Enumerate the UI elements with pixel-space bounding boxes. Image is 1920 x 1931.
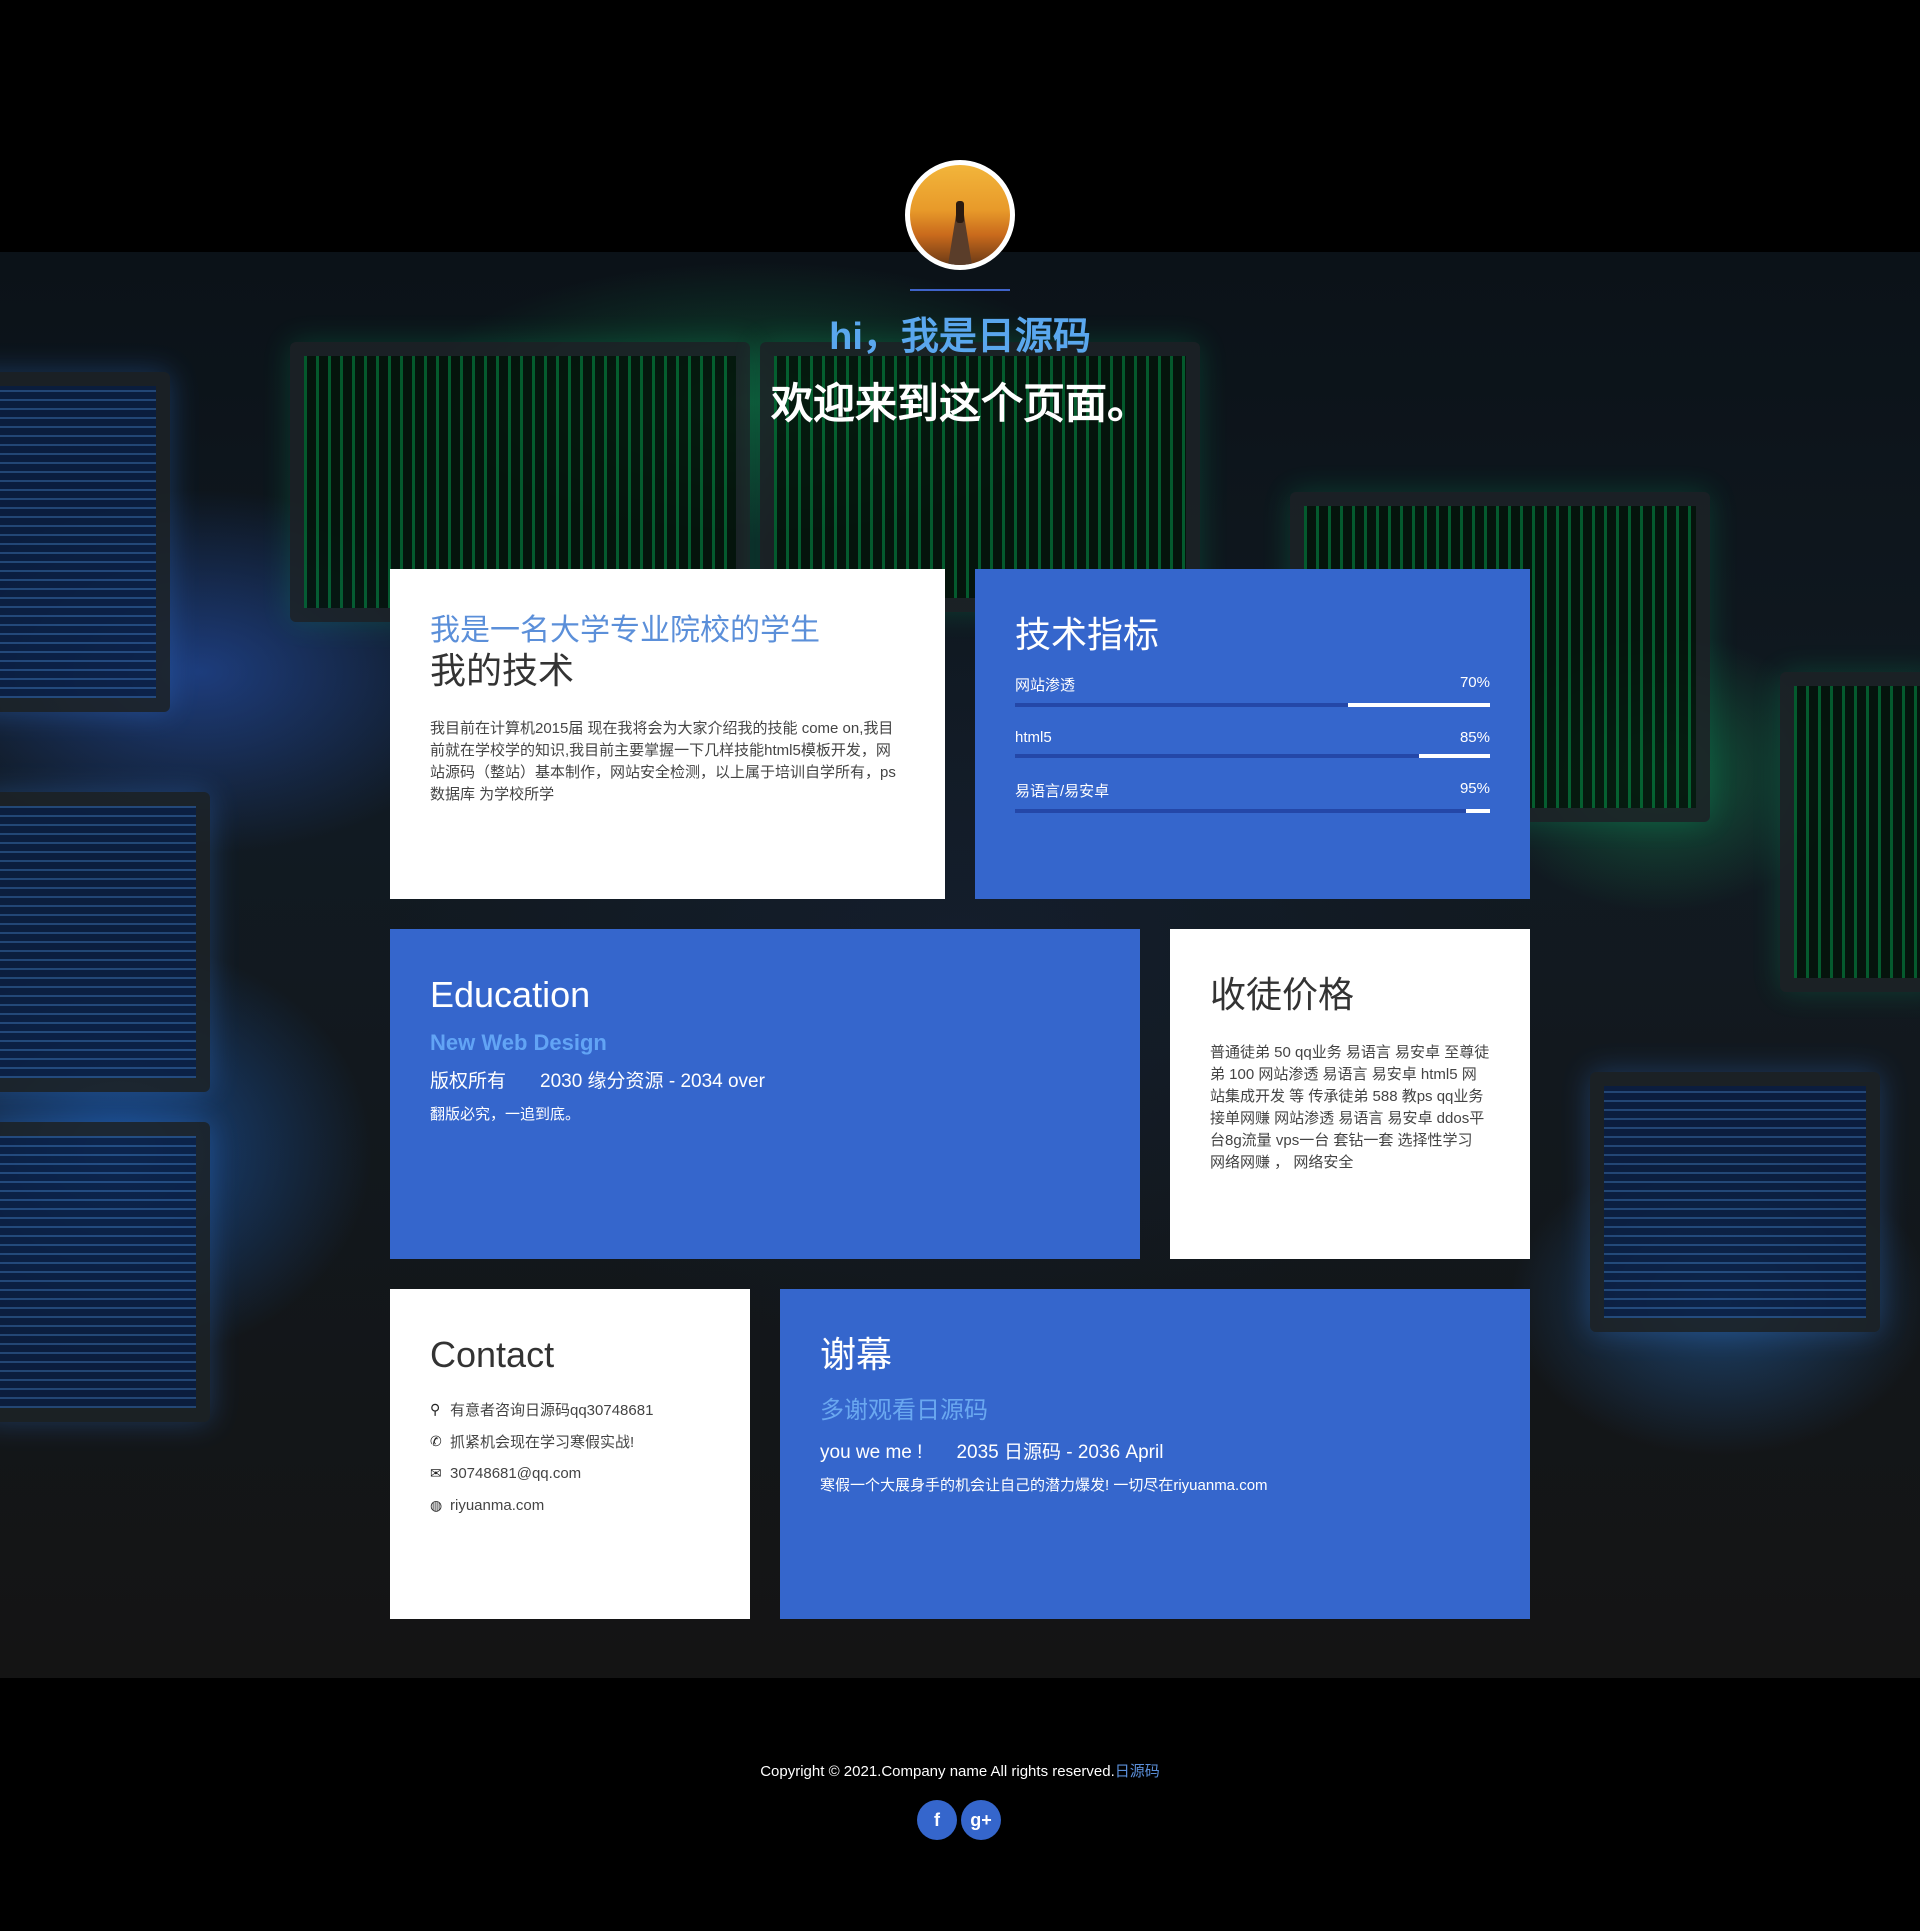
contact-item-address: ⚲ 有意者咨询日源码qq30748681 — [430, 1398, 710, 1420]
thanks-line-right: 2035 日源码 - 2036 April — [956, 1442, 1164, 1464]
contact-item-phone: ✆ 抓紧机会现在学习寒假实战! — [430, 1430, 710, 1452]
skill-percent: 95% — [1459, 780, 1490, 798]
contact-text: 有意者咨询日源码qq30748681 — [450, 1401, 654, 1419]
contact-text: riyuanma.com — [450, 1496, 545, 1514]
skill-label: 网站渗透 — [1015, 677, 1076, 695]
map-marker-icon: ⚲ — [430, 1400, 441, 1417]
facebook-icon[interactable]: f — [917, 1800, 957, 1840]
about-card: 我是一名大学专业院校的学生 我的技术 我目前在计算机2015届 现在我将会为大家… — [390, 569, 945, 899]
skill-item: 易语言/易安卓 95% — [1015, 780, 1490, 814]
thanks-accent: 多谢观看日源码 — [820, 1397, 988, 1425]
thanks-title: 谢幕 — [820, 1334, 893, 1375]
contact-text: 30748681@qq.com — [450, 1464, 582, 1482]
skill-bar — [1015, 809, 1490, 814]
skill-label: html5 — [1015, 729, 1052, 747]
contact-card: Contact ⚲ 有意者咨询日源码qq30748681 ✆ 抓紧机会现在学习寒… — [390, 1289, 750, 1619]
contact-title: Contact — [430, 1334, 555, 1375]
copyright-text: Copyright © 2021.Company name All rights… — [760, 1763, 1115, 1780]
price-body: 普通徒弟 50 qq业务 易语言 易安卓 至尊徒弟 100 网站渗透 易语言 易… — [1210, 1044, 1490, 1172]
google-plus-icon[interactable]: g+ — [961, 1800, 1001, 1840]
skill-percent: 70% — [1459, 674, 1490, 692]
price-card: 收徒价格 普通徒弟 50 qq业务 易语言 易安卓 至尊徒弟 100 网站渗透 … — [1170, 929, 1530, 1259]
skill-percent: 85% — [1459, 729, 1490, 747]
thanks-line: you we me ! 2035 日源码 - 2036 April — [820, 1437, 1490, 1464]
education-card: Education New Web Design 版权所有 2030 缘分资源 -… — [390, 929, 1140, 1259]
price-title: 收徒价格 — [1210, 974, 1355, 1015]
footer-link[interactable]: 日源码 — [1115, 1763, 1160, 1780]
education-line-right: 2030 缘分资源 - 2034 over — [540, 1071, 765, 1093]
skill-item: html5 85% — [1015, 729, 1490, 759]
skill-bar — [1015, 703, 1490, 708]
contact-text: 抓紧机会现在学习寒假实战! — [450, 1433, 635, 1451]
thanks-line-left: you we me ! — [820, 1442, 923, 1464]
contact-item-website[interactable]: ◍ riyuanma.com — [430, 1494, 710, 1516]
hero-subtitle: hi，我是日源码 — [829, 316, 1091, 358]
envelope-icon: ✉ — [430, 1464, 442, 1481]
skill-item: 网站渗透 70% — [1015, 674, 1490, 708]
skill-label: 易语言/易安卓 — [1015, 783, 1110, 801]
about-body: 我目前在计算机2015届 现在我将会为大家介绍我的技能 come on,我目前就… — [430, 720, 896, 804]
avatar — [905, 160, 1015, 270]
skills-card: 技术指标 网站渗透 70% html5 85% 易语言/易安卓 95% — [975, 569, 1530, 899]
education-note: 翻版必究，一追到底。 — [430, 1106, 581, 1124]
education-accent: New Web Design — [430, 1030, 607, 1056]
header-divider — [910, 289, 1010, 291]
education-title: Education — [430, 974, 591, 1015]
globe-icon: ◍ — [430, 1496, 443, 1513]
phone-icon: ✆ — [430, 1432, 442, 1449]
copyright: Copyright © 2021.Company name All rights… — [0, 1760, 1920, 1781]
education-line: 版权所有 2030 缘分资源 - 2034 over — [430, 1066, 1100, 1093]
hero-title: 欢迎来到这个页面。 — [770, 380, 1149, 427]
skills-title: 技术指标 — [1015, 614, 1160, 655]
social-links: f g+ — [917, 1800, 1001, 1840]
about-accent: 我是一名大学专业院校的学生 — [430, 614, 820, 647]
thanks-note: 寒假一个大展身手的机会让自己的潜力爆发! 一切尽在riyuanma.com — [820, 1477, 1268, 1495]
contact-item-email[interactable]: ✉ 30748681@qq.com — [430, 1462, 710, 1484]
skill-bar — [1015, 754, 1490, 759]
about-title: 我的技术 — [430, 650, 575, 691]
thanks-card: 谢幕 多谢观看日源码 you we me ! 2035 日源码 - 2036 Ap… — [780, 1289, 1530, 1619]
education-line-left: 版权所有 — [430, 1071, 507, 1093]
